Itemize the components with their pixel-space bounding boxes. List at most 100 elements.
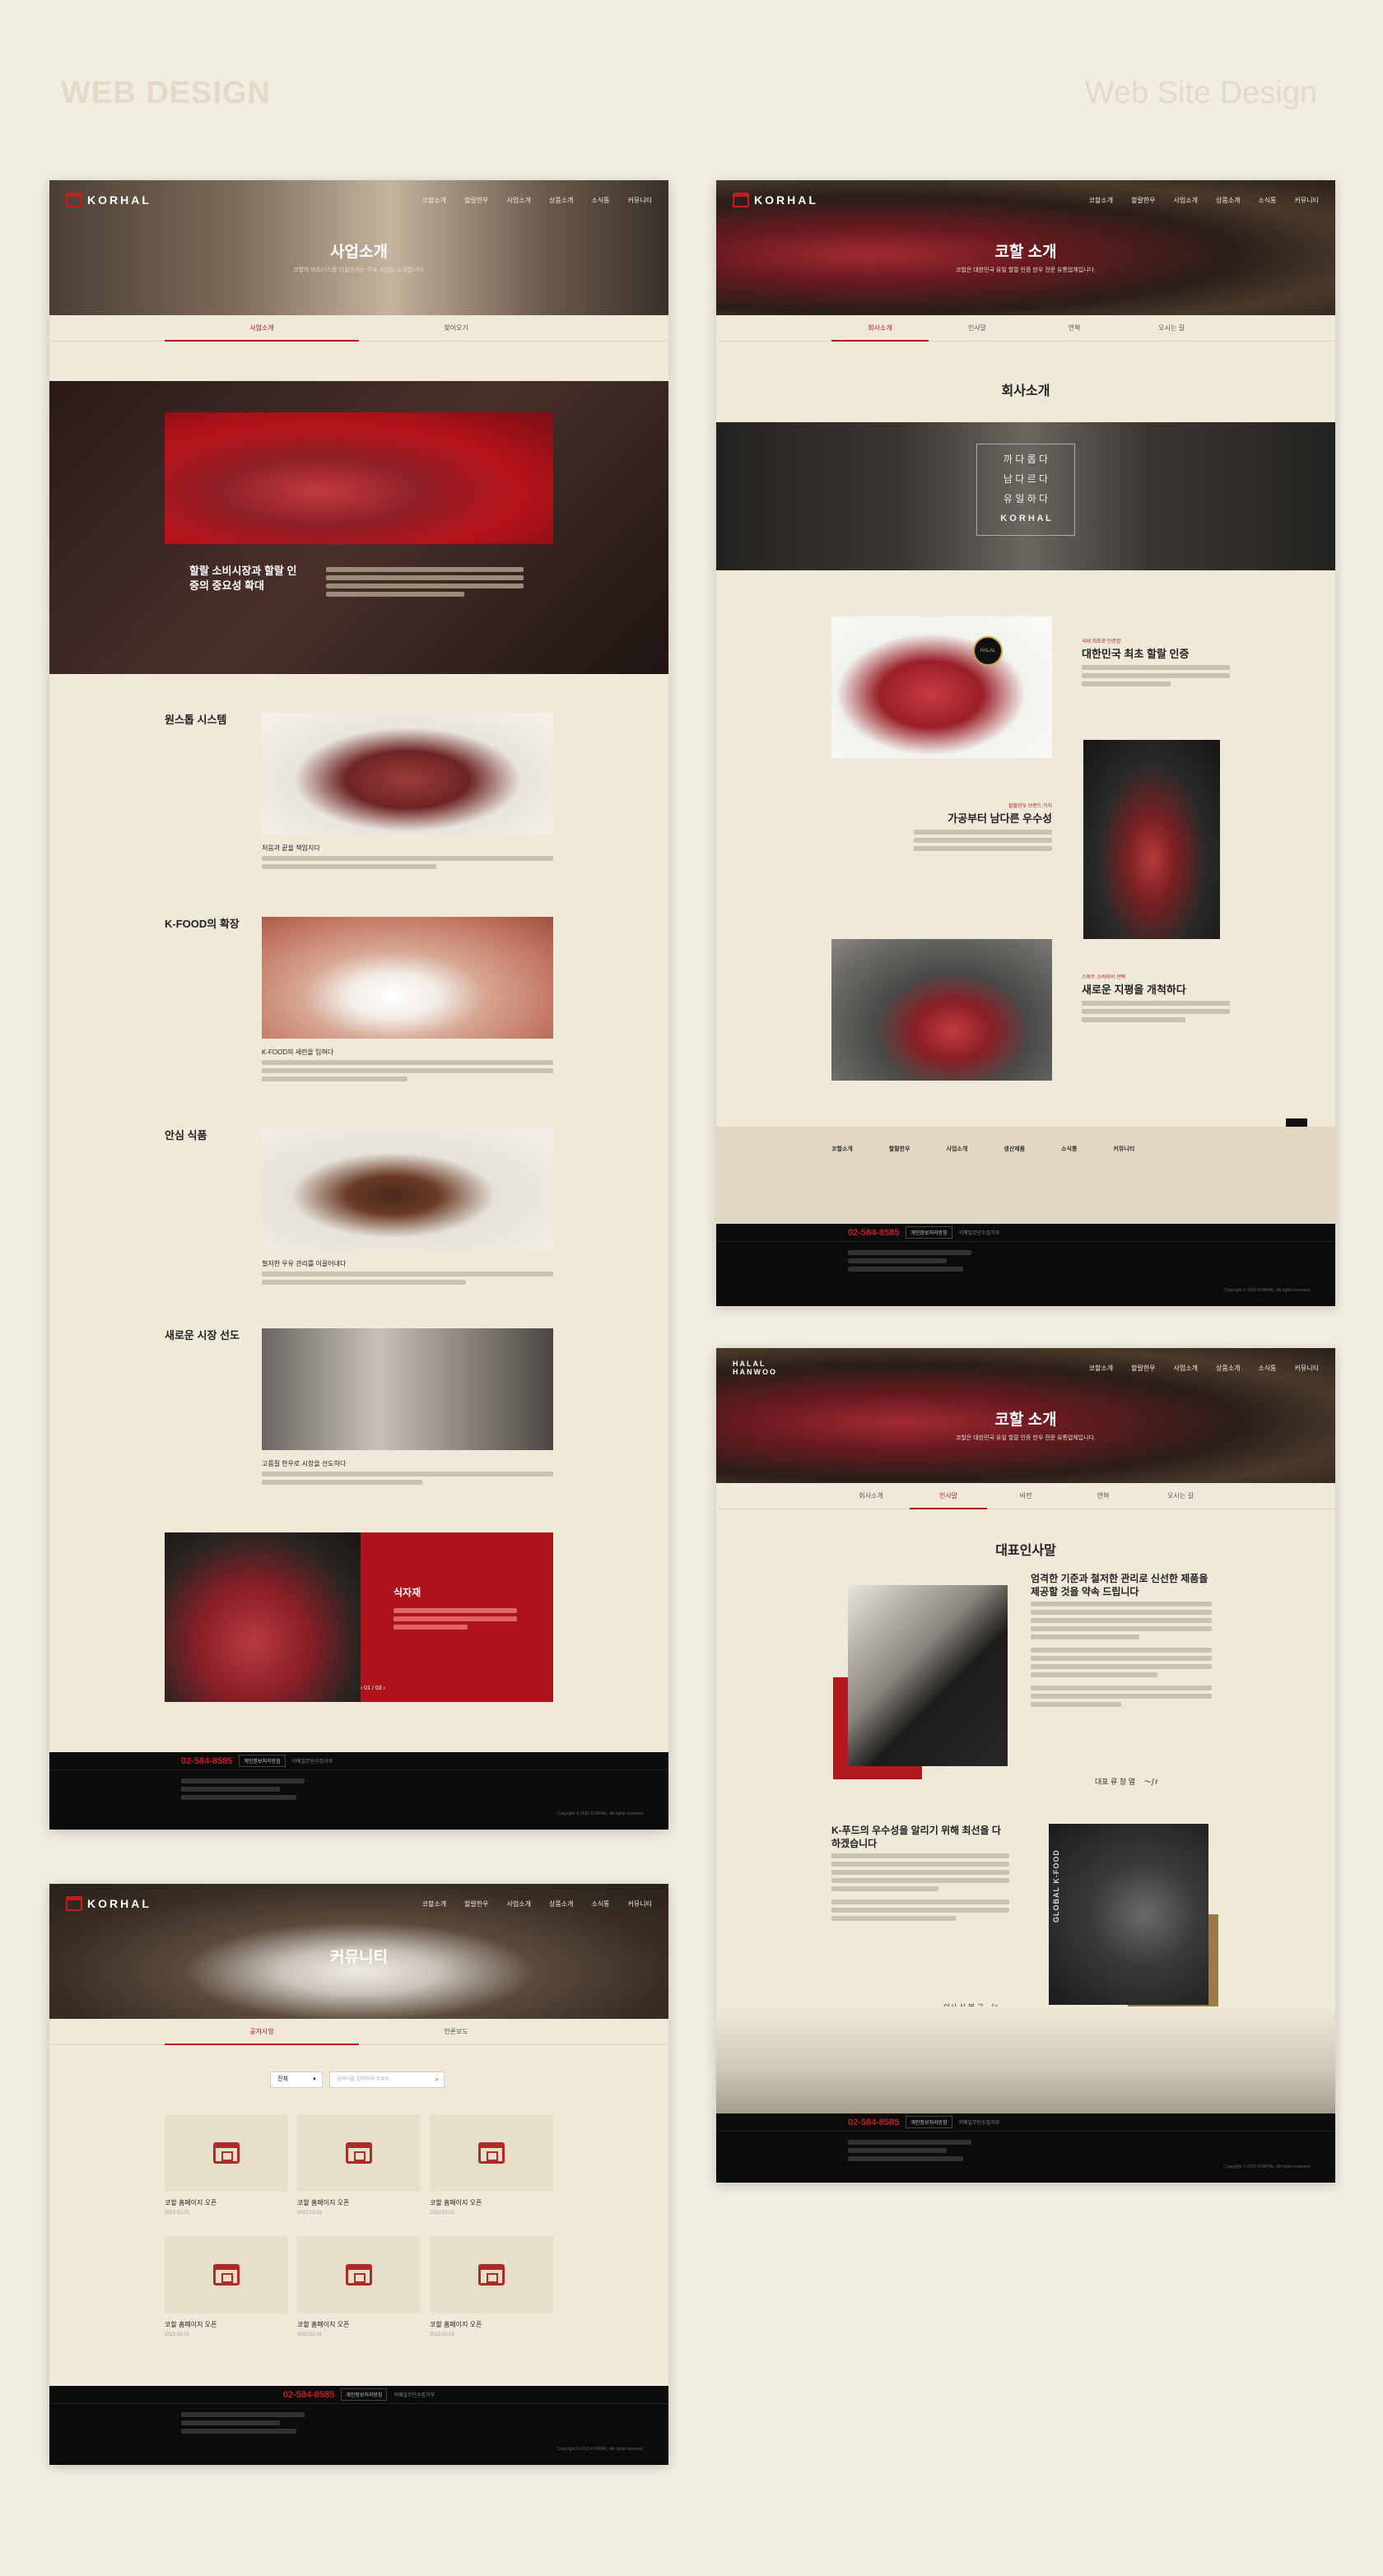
sub-tabs: 공지사항 언론보도: [49, 2019, 668, 2045]
chevron-down-icon: ▼: [312, 2077, 317, 2082]
nav-item[interactable]: 사업소개: [507, 196, 531, 205]
page-greeting: HALAL HANWOO 코할소개 할랄한우 사업소개 상품소개 소식통 커뮤니…: [716, 1348, 1335, 2183]
nav-item[interactable]: 커뮤니티: [1295, 1364, 1319, 1373]
notice-card[interactable]: 코할 홈페이지 오픈 2022.01.01: [297, 2114, 421, 2216]
footer-tel[interactable]: 02-584-8585: [848, 2118, 899, 2127]
tab-company[interactable]: 회사소개: [831, 315, 929, 342]
section-title: 대표인사말: [995, 1544, 1056, 1558]
sitemap-col[interactable]: 생산제품: [1003, 1145, 1025, 1153]
nav-item[interactable]: 소식통: [1258, 1364, 1276, 1373]
tab-business[interactable]: 사업소개: [165, 315, 359, 342]
section-image: [262, 1328, 553, 1450]
nav-item[interactable]: 상품소개: [1216, 1364, 1240, 1373]
nav-item[interactable]: 할랄한우: [1131, 196, 1155, 205]
nav-item[interactable]: 상품소개: [1216, 196, 1240, 205]
email-policy-link[interactable]: 이메일무단수집거부: [292, 1757, 333, 1765]
footer-tel[interactable]: 02-584-8585: [848, 1228, 899, 1238]
footer-tel[interactable]: 02-584-8585: [283, 2390, 334, 2400]
category-select[interactable]: 전체 ▼: [270, 2071, 323, 2088]
nav-item[interactable]: 코할소개: [1089, 1364, 1113, 1373]
tab-directions[interactable]: 오시는 길: [1123, 315, 1220, 341]
search-icon[interactable]: ⌕: [435, 2072, 439, 2087]
footer: 02-584-8585 개인정보처리방침 이메일무단수집거부 Copyright ©…: [716, 2113, 1335, 2183]
nav-item[interactable]: 할랄한우: [464, 1899, 488, 1909]
halal-badge: HALAL: [973, 636, 1003, 666]
section-heading: K-FOOD의 확장: [165, 918, 240, 930]
tab-vision[interactable]: 비전: [987, 1483, 1064, 1509]
privacy-button[interactable]: 개인정보처리방침: [239, 1755, 286, 1767]
section-caption: K-FOOD의 세련을 입혀다: [262, 1048, 553, 1081]
nav-item[interactable]: 소식통: [591, 196, 609, 205]
logo[interactable]: KORHAL: [66, 193, 151, 207]
logo[interactable]: KORHAL: [733, 193, 818, 207]
nav-item[interactable]: 커뮤니티: [628, 1899, 652, 1909]
footer-copyright: Copyright © 2022 KORHAL. All rights rese…: [557, 2447, 644, 2452]
nav-item[interactable]: 소식통: [1258, 196, 1276, 205]
section-image: [262, 1128, 553, 1250]
notice-card[interactable]: 코할 홈페이지 오픈 2022.01.01: [297, 2236, 421, 2337]
main-nav: KORHAL 코할소개 할랄한우 사업소개 상품소개 소식통 커뮤니티: [49, 188, 668, 212]
nav-item[interactable]: 상품소개: [549, 196, 573, 205]
sitemap-col[interactable]: 사업소개: [947, 1145, 968, 1153]
nav-item[interactable]: 상품소개: [549, 1899, 573, 1909]
main-nav: HALAL HANWOO 코할소개 할랄한우 사업소개 상품소개 소식통 커뮤니…: [716, 1356, 1335, 1379]
email-policy-link[interactable]: 이메일무단수집거부: [959, 2118, 1000, 2126]
privacy-button[interactable]: 개인정보처리방침: [906, 1226, 952, 1239]
mountain-bg: [716, 2006, 1335, 2113]
ceo-photo: [848, 1585, 1008, 1766]
nav-item[interactable]: 코할소개: [1089, 196, 1113, 205]
ceo-signature: 대표 류 창 열 ～∫ℓ: [1095, 1778, 1158, 1787]
section-title: 회사소개: [1001, 384, 1050, 398]
footer-tel[interactable]: 02-584-8585: [181, 1756, 232, 1766]
sitemap: 코할소개 할랄한우 사업소개 생산제품 소식통 커뮤니티: [716, 1127, 1335, 1224]
tab-history[interactable]: 연혁: [1064, 1483, 1142, 1509]
tab-press[interactable]: 언론보도: [359, 2019, 553, 2044]
tab-directions[interactable]: 찾아오기: [359, 315, 553, 341]
feature-image: HALAL: [831, 616, 1052, 758]
banner-image: [165, 412, 553, 544]
tab-company[interactable]: 회사소개: [832, 1483, 910, 1509]
notice-card[interactable]: 코할 홈페이지 오픈 2022.01.01: [430, 2114, 553, 2216]
globe-label: GLOBAL K-FOOD: [1052, 1849, 1060, 1923]
logo[interactable]: HALAL HANWOO: [733, 1360, 782, 1376]
feature-text: 스마트 소비자의 선택 새로운 지평을 개척하다: [1082, 974, 1230, 1022]
notice-card[interactable]: 코할 홈페이지 오픈 2022.01.01: [165, 2236, 288, 2337]
email-policy-link[interactable]: 이메일무단수집거부: [393, 2391, 435, 2398]
nav-item[interactable]: 커뮤니티: [1295, 196, 1319, 205]
banner-title: 할랄 소비시장과 할랄 인증의 중요성 확대: [189, 565, 297, 592]
nav-item[interactable]: 사업소개: [1174, 196, 1198, 205]
feature-image: [165, 1532, 361, 1702]
tab-directions[interactable]: 오시는 길: [1142, 1483, 1219, 1509]
nav-item[interactable]: 할랄한우: [464, 196, 488, 205]
next-arrow-icon[interactable]: ›: [382, 1686, 385, 1691]
privacy-button[interactable]: 개인정보처리방침: [906, 2116, 952, 2128]
sitemap-col[interactable]: 커뮤니티: [1113, 1145, 1134, 1153]
hero: KORHAL 코할소개 할랄한우 사업소개 상품소개 소식통 커뮤니티 커뮤니티…: [49, 1884, 668, 2019]
page-title: 커뮤니티: [330, 1949, 388, 1966]
notice-card[interactable]: 코할 홈페이지 오픈 2022.01.01: [430, 2236, 553, 2337]
slider-pager[interactable]: ‹ 01 / 03 ›: [361, 1686, 385, 1691]
search-input[interactable]: 검색어를 입력하여 주세요 ⌕: [329, 2071, 445, 2088]
greeting-text: 엄격한 기준과 철저한 관리로 신선한 제품을 제공할 것을 약속 드립니다: [1031, 1572, 1212, 1707]
email-policy-link[interactable]: 이메일무단수집거부: [959, 1229, 1000, 1236]
notice-card[interactable]: 코할 홈페이지 오픈 2022.01.01: [165, 2114, 288, 2216]
nav-item[interactable]: 사업소개: [507, 1899, 531, 1909]
privacy-button[interactable]: 개인정보처리방침: [341, 2388, 388, 2401]
sub-tabs: 회사소개 인사말 비전 연혁 오시는 길: [716, 1483, 1335, 1509]
banner: 할랄 소비시장과 할랄 인증의 중요성 확대: [49, 381, 668, 674]
tab-history[interactable]: 연혁: [1026, 315, 1123, 341]
nav-item[interactable]: 코할소개: [422, 196, 446, 205]
sitemap-col[interactable]: 소식통: [1061, 1145, 1077, 1153]
footer: 02-584-8585 개인정보처리방침 이메일무단수집거부 Copyright ©…: [49, 2386, 668, 2465]
nav-item[interactable]: 사업소개: [1174, 1364, 1198, 1373]
tab-greeting[interactable]: 인사말: [910, 1483, 987, 1509]
tab-notice[interactable]: 공지사항: [165, 2019, 359, 2045]
nav-item[interactable]: 할랄한우: [1131, 1364, 1155, 1373]
nav-item[interactable]: 코할소개: [422, 1899, 446, 1909]
tab-greeting[interactable]: 인사말: [929, 315, 1026, 341]
sitemap-col[interactable]: 할랄한우: [889, 1145, 910, 1153]
nav-item[interactable]: 소식통: [591, 1899, 609, 1909]
nav-item[interactable]: 커뮤니티: [628, 196, 652, 205]
logo[interactable]: KORHAL: [66, 1896, 151, 1911]
sitemap-col[interactable]: 코할소개: [831, 1145, 853, 1153]
